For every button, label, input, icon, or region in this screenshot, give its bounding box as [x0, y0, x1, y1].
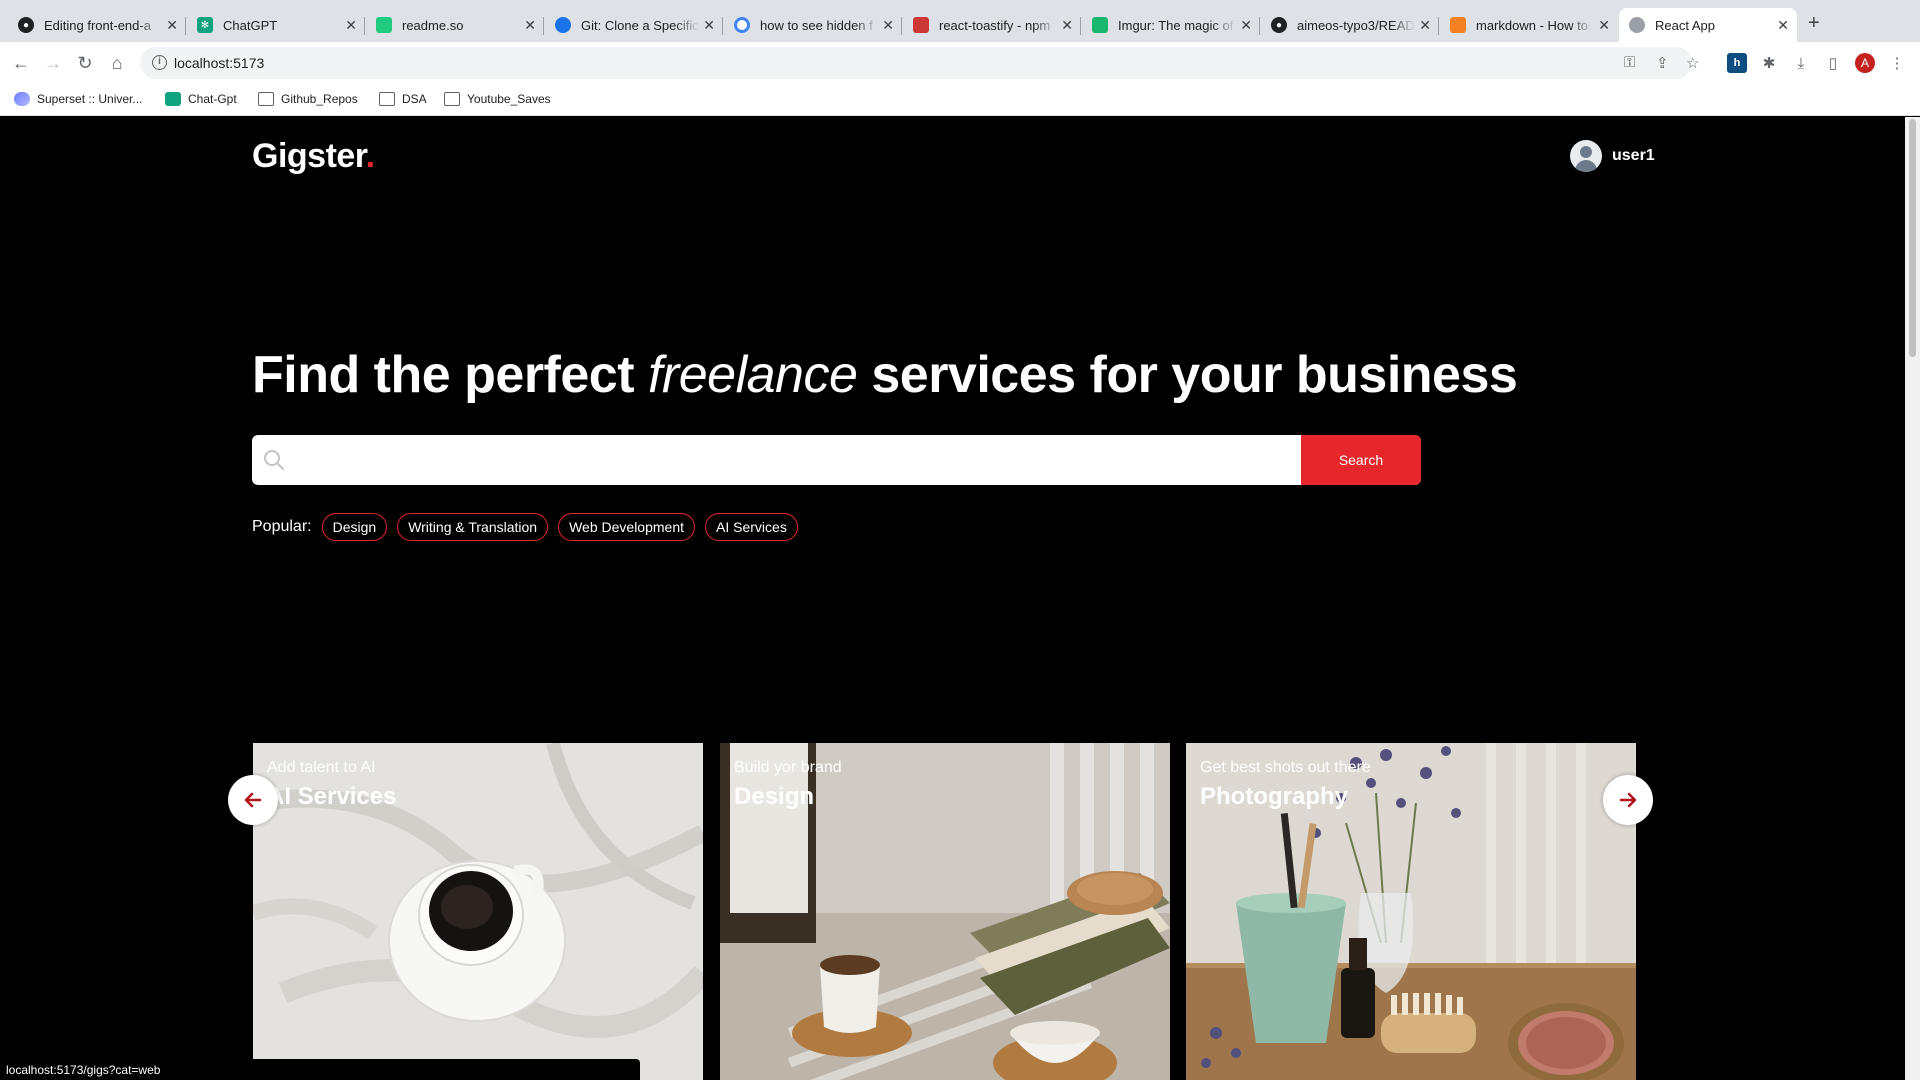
github-icon: ●	[18, 17, 34, 33]
folder-icon	[379, 92, 395, 106]
close-icon[interactable]: ✕	[166, 17, 178, 34]
username: user1	[1612, 147, 1655, 164]
browser-toolbar: ← → ↻ ⌂ i localhost:5173 ⚿ ⇪ ☆ h ✱ ⤓ ▯ A…	[0, 42, 1920, 84]
close-icon[interactable]: ✕	[1419, 17, 1431, 34]
close-icon[interactable]: ✕	[345, 17, 357, 34]
browser-tab-strip: ● Editing front-end-a ✕ ✻ ChatGPT ✕ read…	[0, 0, 1920, 42]
browser-tab[interactable]: react-toastify - npm ✕	[903, 8, 1081, 42]
close-icon[interactable]: ✕	[882, 17, 894, 34]
imgur-icon	[1092, 17, 1108, 33]
slide-subtitle: Get best shots out there	[1200, 759, 1371, 776]
search-icon	[264, 450, 284, 470]
reload-icon[interactable]: ↻	[73, 51, 97, 75]
superset-icon	[14, 92, 30, 106]
address-bar[interactable]: i localhost:5173 ⚿ ⇪ ☆	[140, 47, 1699, 79]
side-panel-icon[interactable]: ▯	[1823, 53, 1843, 73]
home-icon[interactable]: ⌂	[105, 51, 129, 75]
folder-icon	[444, 92, 460, 106]
slide-title: Photography	[1200, 783, 1348, 810]
browser-tab[interactable]: ✻ ChatGPT ✕	[187, 8, 365, 42]
puzzle-extensions-icon[interactable]: ✱	[1759, 53, 1779, 73]
slide-title: AI Services	[267, 783, 397, 810]
browser-tab[interactable]: how to see hidden f ✕	[724, 8, 902, 42]
close-icon[interactable]: ✕	[703, 17, 715, 34]
readme-icon	[376, 17, 392, 33]
github-icon: ●	[1271, 17, 1287, 33]
bookmark-folder[interactable]: Github_Repos	[258, 92, 358, 106]
close-icon[interactable]: ✕	[1598, 17, 1610, 34]
category-slide-photography[interactable]: Get best shots out there Photography	[1186, 743, 1636, 1080]
slide-subtitle: Build yor brand	[734, 759, 842, 776]
forward-arrow-icon[interactable]: →	[41, 51, 65, 75]
hero-title: Find the perfect freelance services for …	[252, 346, 1518, 404]
popular-tag-ai-services[interactable]: AI Services	[705, 513, 798, 541]
browser-tab[interactable]: Imgur: The magic of ✕	[1082, 8, 1260, 42]
arrow-right-icon	[1619, 792, 1637, 808]
popular-tag-design[interactable]: Design	[321, 513, 388, 541]
extension-icon[interactable]: h	[1727, 53, 1747, 73]
user-menu[interactable]: user1	[1570, 140, 1655, 172]
more-menu-icon[interactable]: ⋮	[1887, 53, 1907, 73]
category-slide-design[interactable]: Build yor brand Design	[720, 743, 1170, 1080]
popular-label: Popular:	[252, 518, 312, 535]
bookmark-folder[interactable]: DSA	[379, 92, 427, 106]
share-icon[interactable]: ⇪	[1656, 54, 1669, 72]
browser-tab[interactable]: ● aimeos-typo3/READ ✕	[1261, 8, 1439, 42]
page-scrollbar[interactable]	[1905, 117, 1920, 1080]
search-button[interactable]: Search	[1301, 435, 1421, 485]
bookmark-star-icon[interactable]: ☆	[1686, 54, 1699, 72]
bookmarks-bar: Superset :: Univer... Chat-Gpt Github_Re…	[0, 84, 1920, 116]
popular-tag-writing-translation[interactable]: Writing & Translation	[397, 513, 549, 541]
browser-tab[interactable]: Git: Clone a Specific ✕	[545, 8, 723, 42]
browser-tab[interactable]: readme.so ✕	[366, 8, 544, 42]
browser-tab[interactable]: markdown - How to ✕	[1440, 8, 1618, 42]
key-icon[interactable]: ⚿	[1624, 54, 1635, 71]
close-icon[interactable]: ✕	[524, 17, 536, 34]
carousel-prev-button[interactable]	[228, 775, 278, 825]
download-icon[interactable]: ⤓	[1791, 53, 1811, 73]
chatgpt-icon: ✻	[197, 17, 213, 33]
avatar[interactable]	[1570, 140, 1602, 172]
close-icon[interactable]: ✕	[1061, 17, 1073, 34]
npm-icon	[913, 17, 929, 33]
search-input[interactable]	[296, 435, 1296, 485]
bookmark-item[interactable]: Chat-Gpt	[165, 92, 237, 106]
folder-icon	[258, 92, 274, 106]
back-arrow-icon[interactable]: ←	[9, 51, 33, 75]
chatgpt-icon	[165, 92, 181, 106]
profile-avatar[interactable]: A	[1855, 53, 1875, 73]
globe-icon	[1629, 17, 1645, 33]
carousel-next-button[interactable]	[1603, 775, 1653, 825]
site-logo[interactable]: Gigster.	[252, 137, 375, 176]
arrow-left-icon	[244, 792, 262, 808]
search-bar: Search	[252, 435, 1421, 485]
google-icon	[734, 17, 750, 33]
browser-tab[interactable]: ● Editing front-end-a ✕	[8, 8, 186, 42]
link-status-bar: localhost:5173/gigs?cat=web	[0, 1059, 640, 1080]
bookmark-folder[interactable]: Youtube_Saves	[444, 92, 551, 106]
slide-title: Design	[734, 783, 815, 810]
popular-tag-web-development[interactable]: Web Development	[558, 513, 696, 541]
browser-tab-active[interactable]: React App ✕	[1619, 8, 1797, 42]
address-bar-url[interactable]: localhost:5173	[174, 55, 264, 71]
bookmark-item[interactable]: Superset :: Univer...	[14, 92, 142, 106]
site-info-icon[interactable]: i	[152, 55, 167, 70]
globe-icon	[555, 17, 571, 33]
popular-tags: Popular: Design Writing & Translation We…	[252, 513, 808, 541]
new-tab-button[interactable]: +	[1808, 12, 1820, 35]
stackoverflow-icon	[1450, 17, 1466, 33]
close-icon[interactable]: ✕	[1240, 17, 1252, 34]
scrollbar-thumb[interactable]	[1909, 119, 1916, 357]
close-icon[interactable]: ✕	[1777, 17, 1789, 34]
page-content: Gigster. user1 Find the perfect freelanc…	[0, 117, 1905, 1080]
slide-subtitle: Add talent to AI	[267, 759, 376, 776]
category-slide-ai-services[interactable]: Add talent to AI AI Services	[253, 743, 703, 1080]
